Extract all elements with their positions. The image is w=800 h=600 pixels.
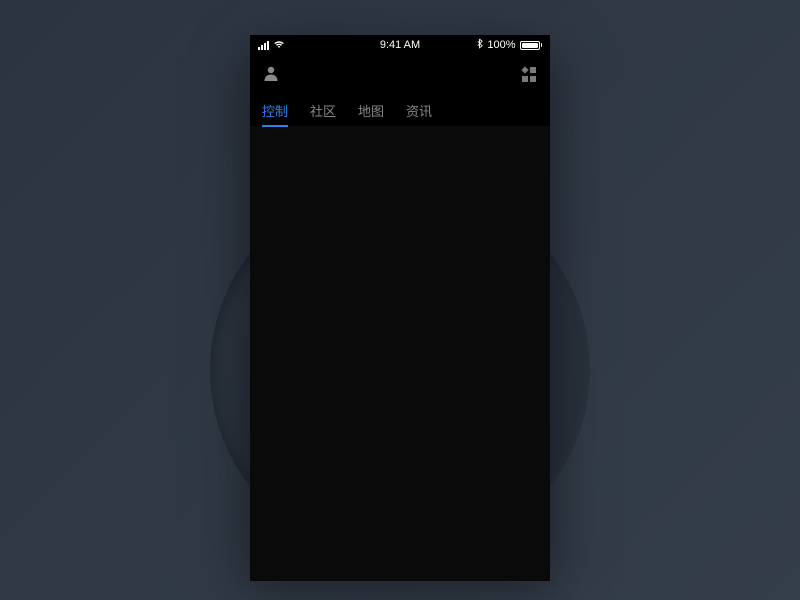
- battery-percent: 100%: [487, 39, 515, 51]
- status-left: [258, 39, 285, 52]
- status-right: 100%: [476, 38, 542, 52]
- tab-map[interactable]: 地图: [358, 95, 384, 126]
- bluetooth-icon: [476, 38, 483, 52]
- wifi-icon: [273, 39, 285, 52]
- nav-bar: [250, 55, 550, 95]
- grid-icon[interactable]: [522, 67, 538, 83]
- tab-control[interactable]: 控制: [262, 95, 288, 126]
- tab-community[interactable]: 社区: [310, 95, 336, 126]
- content-area: [250, 126, 550, 581]
- profile-icon[interactable]: [262, 64, 280, 87]
- tab-news[interactable]: 资讯: [406, 95, 432, 126]
- battery-icon: [520, 41, 543, 50]
- status-bar: 9:41 AM 100%: [250, 35, 550, 55]
- phone-screen: 9:41 AM 100% 控制 社区 地: [250, 35, 550, 565]
- tabs-bar: 控制 社区 地图 资讯: [250, 95, 550, 126]
- signal-icon: [258, 41, 269, 50]
- status-time: 9:41 AM: [380, 39, 420, 51]
